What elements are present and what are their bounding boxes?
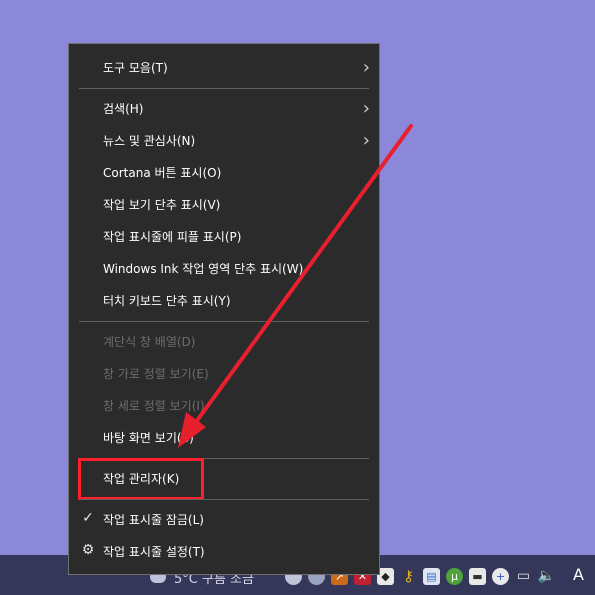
arrow-shaft xyxy=(194,124,413,424)
annotation-arrow xyxy=(178,124,413,448)
